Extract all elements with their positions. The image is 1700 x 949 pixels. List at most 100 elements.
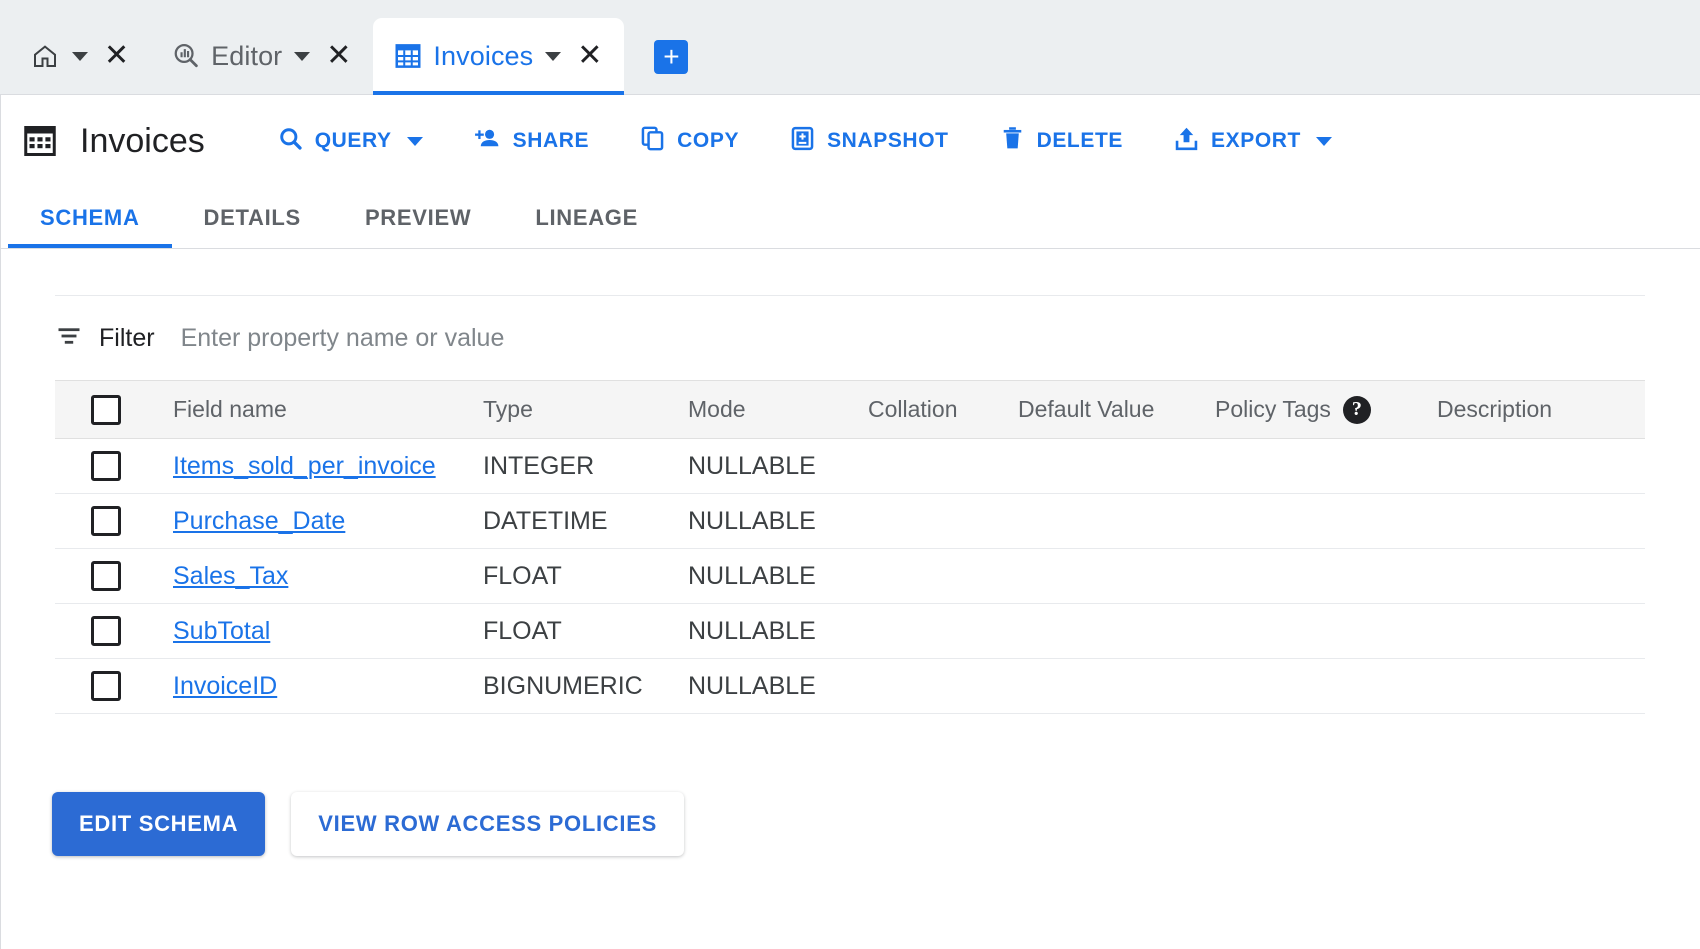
column-header-default-value-label: Default Value bbox=[1018, 396, 1155, 422]
row-checkbox[interactable] bbox=[91, 451, 121, 481]
schema-table-head: Field name Type Mode Collation Default V… bbox=[55, 380, 1645, 439]
cell-policy-tags bbox=[1215, 438, 1437, 494]
chevron-down-icon[interactable] bbox=[294, 51, 311, 61]
cell-type: INTEGER bbox=[483, 438, 688, 494]
cell-type: FLOAT bbox=[483, 548, 688, 604]
cell-description bbox=[1437, 548, 1645, 604]
row-checkbox[interactable] bbox=[91, 671, 121, 701]
filter-section: Filter bbox=[0, 295, 1700, 380]
cell-mode: NULLABLE bbox=[688, 603, 868, 659]
cell-default-value bbox=[1018, 493, 1215, 549]
filter-input[interactable] bbox=[178, 322, 819, 354]
table-row[interactable]: Purchase_Date DATETIME NULLABLE bbox=[55, 493, 1645, 549]
column-header-collation[interactable]: Collation bbox=[868, 380, 1018, 439]
add-tab-button[interactable]: + bbox=[654, 40, 689, 74]
copy-icon bbox=[639, 125, 666, 158]
column-header-field-name-label: Field name bbox=[173, 396, 287, 422]
row-checkbox[interactable] bbox=[91, 561, 121, 591]
cell-description bbox=[1437, 603, 1645, 659]
share-button-label: SHARE bbox=[512, 129, 590, 152]
person-add-icon bbox=[473, 125, 502, 158]
cell-policy-tags bbox=[1215, 658, 1437, 714]
row-checkbox[interactable] bbox=[91, 506, 121, 536]
home-icon bbox=[30, 41, 60, 71]
tab-editor[interactable]: Editor ✕ bbox=[151, 18, 373, 94]
cell-description bbox=[1437, 438, 1645, 494]
query-button[interactable]: QUERY bbox=[263, 115, 437, 168]
field-name-link[interactable]: SubTotal bbox=[173, 617, 270, 645]
field-name-link[interactable]: Sales_Tax bbox=[173, 562, 288, 590]
share-button[interactable]: SHARE bbox=[459, 115, 604, 168]
tab-details[interactable]: DETAILS bbox=[172, 187, 333, 248]
query-button-label: QUERY bbox=[314, 129, 392, 152]
column-header-policy-tags[interactable]: Policy Tags ? bbox=[1215, 380, 1437, 439]
cell-policy-tags bbox=[1215, 493, 1437, 549]
column-header-policy-tags-label: Policy Tags bbox=[1215, 396, 1331, 422]
cell-default-value bbox=[1018, 603, 1215, 659]
table-row[interactable]: Items_sold_per_invoice INTEGER NULLABLE bbox=[55, 438, 1645, 494]
column-header-field-name[interactable]: Field name bbox=[173, 380, 483, 439]
column-header-description-label: Description bbox=[1437, 396, 1553, 422]
filter-icon[interactable] bbox=[55, 322, 83, 355]
row-select-cell bbox=[55, 493, 173, 549]
delete-button[interactable]: DELETE bbox=[985, 115, 1137, 168]
cell-field-name: SubTotal bbox=[173, 603, 483, 659]
filter-label: Filter bbox=[99, 323, 155, 352]
column-header-default-value[interactable]: Default Value bbox=[1018, 380, 1215, 439]
cell-collation bbox=[868, 548, 1018, 604]
close-icon[interactable]: ✕ bbox=[573, 41, 606, 71]
cell-type: BIGNUMERIC bbox=[483, 658, 688, 714]
row-select-cell bbox=[55, 658, 173, 714]
page-header: Invoices QUERY SHARE COPY SNAPSHOT DELET… bbox=[0, 95, 1700, 187]
copy-button[interactable]: COPY bbox=[625, 115, 753, 168]
edit-schema-button[interactable]: EDIT SCHEMA bbox=[52, 792, 266, 856]
row-checkbox[interactable] bbox=[91, 616, 121, 646]
cell-description bbox=[1437, 658, 1645, 714]
table-icon bbox=[22, 123, 58, 159]
select-all-header bbox=[55, 380, 173, 439]
view-row-access-policies-button[interactable]: VIEW ROW ACCESS POLICIES bbox=[291, 792, 684, 856]
chevron-down-icon[interactable] bbox=[1315, 136, 1332, 146]
export-button-label: EXPORT bbox=[1211, 129, 1301, 152]
field-name-link[interactable]: InvoiceID bbox=[173, 672, 277, 700]
cell-collation bbox=[868, 438, 1018, 494]
column-header-type[interactable]: Type bbox=[483, 380, 688, 439]
column-header-mode[interactable]: Mode bbox=[688, 380, 868, 439]
schema-actions: EDIT SCHEMA VIEW ROW ACCESS POLICIES bbox=[0, 714, 1700, 856]
cell-collation bbox=[868, 603, 1018, 659]
table-row[interactable]: SubTotal FLOAT NULLABLE bbox=[55, 603, 1645, 659]
page-title: Invoices bbox=[80, 121, 205, 160]
table-row[interactable]: Sales_Tax FLOAT NULLABLE bbox=[55, 548, 1645, 604]
tab-preview[interactable]: PREVIEW bbox=[333, 187, 503, 248]
chevron-down-icon[interactable] bbox=[72, 51, 88, 61]
column-header-mode-label: Mode bbox=[688, 396, 746, 422]
field-name-link[interactable]: Purchase_Date bbox=[173, 507, 345, 535]
schema-table: Field name Type Mode Collation Default V… bbox=[55, 380, 1645, 714]
select-all-checkbox[interactable] bbox=[91, 394, 121, 425]
chevron-down-icon[interactable] bbox=[406, 136, 423, 146]
close-icon[interactable]: ✕ bbox=[322, 41, 355, 71]
tab-invoices[interactable]: Invoices ✕ bbox=[373, 18, 625, 95]
cell-collation bbox=[868, 658, 1018, 714]
chevron-down-icon[interactable] bbox=[545, 51, 562, 61]
help-icon[interactable]: ? bbox=[1342, 395, 1371, 424]
cell-collation bbox=[868, 493, 1018, 549]
export-button[interactable]: EXPORT bbox=[1159, 115, 1346, 168]
left-divider bbox=[0, 95, 1, 949]
snapshot-button[interactable]: SNAPSHOT bbox=[775, 115, 962, 168]
tab-lineage[interactable]: LINEAGE bbox=[503, 187, 670, 248]
table-row[interactable]: InvoiceID BIGNUMERIC NULLABLE bbox=[55, 658, 1645, 714]
cell-field-name: Items_sold_per_invoice bbox=[173, 438, 483, 494]
tab-home[interactable]: ✕ bbox=[10, 18, 151, 94]
tab-schema[interactable]: SCHEMA bbox=[8, 187, 172, 248]
close-icon[interactable]: ✕ bbox=[100, 41, 133, 71]
tab-editor-label: Editor bbox=[211, 40, 283, 71]
cell-field-name: Sales_Tax bbox=[173, 548, 483, 604]
field-name-link[interactable]: Items_sold_per_invoice bbox=[173, 452, 436, 480]
detail-tabs: SCHEMA DETAILS PREVIEW LINEAGE bbox=[0, 187, 1700, 249]
schema-table-container: Field name Type Mode Collation Default V… bbox=[0, 380, 1700, 714]
table-icon bbox=[393, 41, 423, 71]
column-header-description[interactable]: Description bbox=[1437, 380, 1645, 439]
table-header-row: Field name Type Mode Collation Default V… bbox=[55, 380, 1645, 439]
cell-mode: NULLABLE bbox=[688, 658, 868, 714]
